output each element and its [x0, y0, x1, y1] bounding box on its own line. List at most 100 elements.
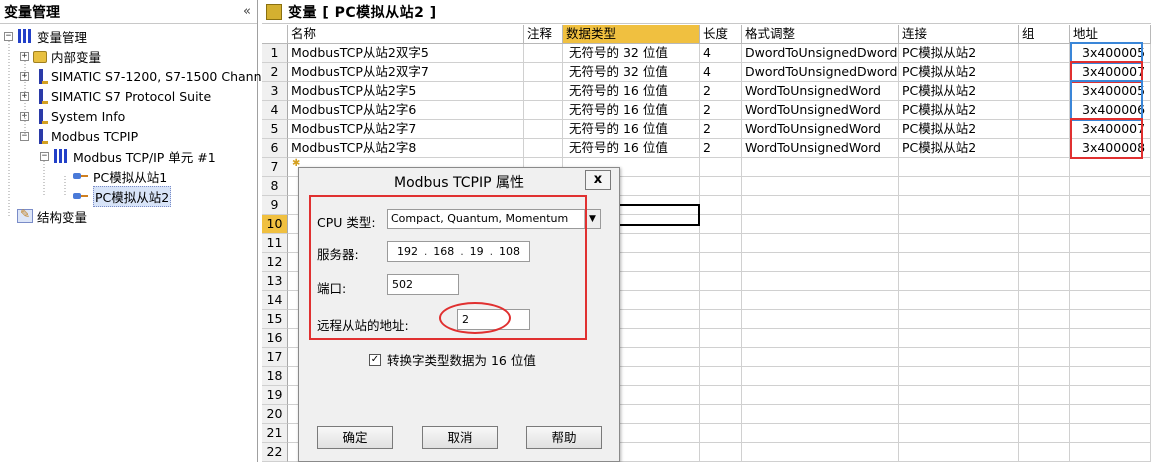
cell-empty[interactable] [742, 291, 899, 310]
table-row[interactable]: 4 ModbusTCP从站2字6 无符号的 16 位值 2 WordToUnsigned… [262, 101, 1151, 120]
cell-format[interactable]: WordToUnsignedWord [742, 139, 899, 158]
cell-type[interactable]: 无符号的 16 位值 [563, 101, 700, 120]
ip-octet-4[interactable]: 108 [499, 245, 520, 258]
collapse-icon[interactable]: − [4, 31, 13, 41]
cell-type[interactable]: 无符号的 32 位值 [563, 44, 700, 63]
cell-address[interactable]: 3x400005 [1070, 82, 1151, 101]
cell-group[interactable] [1019, 139, 1070, 158]
cell-length[interactable]: 2 [700, 139, 742, 158]
cell-empty[interactable] [1019, 367, 1070, 386]
tree-item[interactable]: + SIMATIC S7 Protocol Suite [20, 86, 211, 106]
row-number[interactable]: 19 [262, 386, 288, 405]
cell-type[interactable]: 无符号的 16 位值 [563, 139, 700, 158]
ok-button[interactable]: 确定 [317, 426, 393, 449]
cell-empty[interactable] [899, 158, 1019, 177]
cell-empty[interactable] [1070, 272, 1151, 291]
cell-empty[interactable] [899, 215, 1019, 234]
collapse-panel-button[interactable]: « [243, 4, 251, 19]
cell-format[interactable]: WordToUnsignedWord [742, 82, 899, 101]
collapse-icon[interactable]: − [40, 151, 49, 161]
row-number[interactable]: 20 [262, 405, 288, 424]
cell-empty[interactable] [1019, 405, 1070, 424]
cell-type[interactable]: 无符号的 16 位值 [563, 82, 700, 101]
cell-type[interactable]: 无符号的 16 位值 [563, 120, 700, 139]
row-number[interactable]: 15 [262, 310, 288, 329]
cell-empty[interactable] [700, 234, 742, 253]
cell-empty[interactable] [899, 348, 1019, 367]
table-row[interactable]: 5 ModbusTCP从站2字7 无符号的 16 位值 2 WordToUnsigned… [262, 120, 1151, 139]
cell-empty[interactable] [1070, 158, 1151, 177]
cell-empty[interactable] [742, 310, 899, 329]
cell-group[interactable] [1019, 82, 1070, 101]
cell-empty[interactable] [742, 196, 899, 215]
ip-octet-2[interactable]: 168 [433, 245, 454, 258]
cell-empty[interactable] [1070, 310, 1151, 329]
tree-item[interactable]: − Modbus TCPIP [20, 126, 138, 146]
column-header[interactable]: 数据类型 [563, 25, 700, 44]
row-number[interactable]: 6 [262, 139, 288, 158]
cell-empty[interactable] [899, 272, 1019, 291]
cell-empty[interactable] [1070, 329, 1151, 348]
column-header[interactable]: 地址 [1070, 25, 1151, 44]
cell-empty[interactable] [1019, 424, 1070, 443]
row-number[interactable]: 9 [262, 196, 288, 215]
cell-address[interactable]: 3x400007 [1070, 63, 1151, 82]
cell-group[interactable] [1019, 63, 1070, 82]
cell-empty[interactable] [899, 196, 1019, 215]
chevron-down-icon[interactable]: ▼ [584, 210, 600, 228]
cell-empty[interactable] [899, 424, 1019, 443]
cell-empty[interactable] [700, 348, 742, 367]
cell-empty[interactable] [700, 177, 742, 196]
tree-item[interactable]: − 变量管理 [4, 26, 87, 46]
cell-comment[interactable] [524, 63, 563, 82]
cell-empty[interactable] [1070, 386, 1151, 405]
cell-format[interactable]: WordToUnsignedWord [742, 101, 899, 120]
column-header[interactable]: 注释 [524, 25, 563, 44]
cell-empty[interactable] [1019, 310, 1070, 329]
cell-empty[interactable] [742, 367, 899, 386]
cell-empty[interactable] [1019, 348, 1070, 367]
cell-empty[interactable] [700, 272, 742, 291]
cell-empty[interactable] [742, 405, 899, 424]
cell-empty[interactable] [742, 443, 899, 462]
cell-empty[interactable] [1019, 234, 1070, 253]
cell-empty[interactable] [899, 234, 1019, 253]
cell-empty[interactable] [1070, 367, 1151, 386]
cell-connection[interactable]: PC模拟从站2 [899, 139, 1019, 158]
cell-name[interactable]: ModbusTCP从站2字5 [288, 82, 524, 101]
cell-empty[interactable] [742, 177, 899, 196]
cell-empty[interactable] [700, 310, 742, 329]
cell-format[interactable]: DwordToUnsignedDword [742, 63, 899, 82]
cell-empty[interactable] [1070, 405, 1151, 424]
column-header[interactable]: 格式调整 [742, 25, 899, 44]
cell-empty[interactable] [700, 405, 742, 424]
cell-empty[interactable] [700, 386, 742, 405]
cell-name[interactable]: ModbusTCP从站2字8 [288, 139, 524, 158]
cell-empty[interactable] [700, 367, 742, 386]
cell-empty[interactable] [1070, 424, 1151, 443]
cell-empty[interactable] [1070, 443, 1151, 462]
ip-octet-3[interactable]: 19 [470, 245, 484, 258]
cell-empty[interactable] [742, 215, 899, 234]
cell-empty[interactable] [700, 196, 742, 215]
cell-empty[interactable] [1019, 196, 1070, 215]
cell-address[interactable]: 3x400006 [1070, 101, 1151, 120]
row-number[interactable]: 18 [262, 367, 288, 386]
cell-length[interactable]: 2 [700, 101, 742, 120]
convert-word-checkbox[interactable]: ✓ 转换字类型数据为 16 位值 [369, 350, 536, 369]
cell-empty[interactable] [700, 158, 742, 177]
row-number[interactable]: 1 [262, 44, 288, 63]
cell-name[interactable]: ModbusTCP从站2双字5 [288, 44, 524, 63]
cell-empty[interactable] [700, 443, 742, 462]
cell-group[interactable] [1019, 120, 1070, 139]
cell-empty[interactable] [899, 386, 1019, 405]
cell-empty[interactable] [899, 405, 1019, 424]
cell-empty[interactable] [1019, 215, 1070, 234]
cell-group[interactable] [1019, 44, 1070, 63]
cell-address[interactable]: 3x400007 [1070, 120, 1151, 139]
cell-empty[interactable] [1070, 291, 1151, 310]
cell-name[interactable]: ModbusTCP从站2字7 [288, 120, 524, 139]
port-field[interactable]: 502 [387, 274, 459, 295]
row-number[interactable]: 7 [262, 158, 288, 177]
ip-octet-1[interactable]: 192 [397, 245, 418, 258]
